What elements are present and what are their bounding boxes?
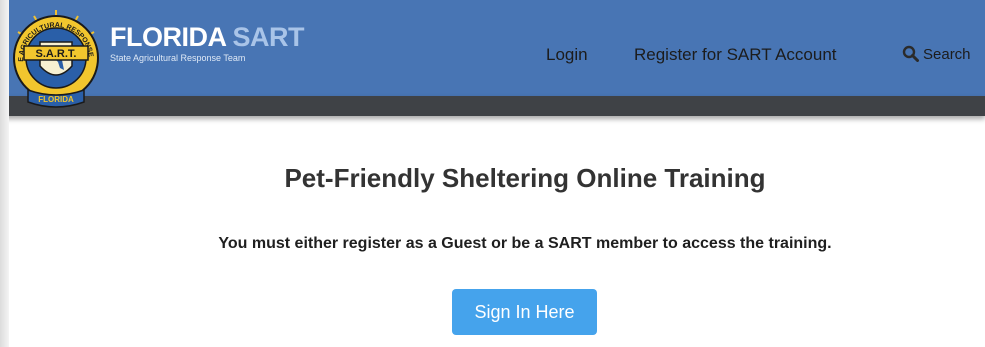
seal-bottom-text: FLORIDA — [38, 95, 74, 104]
sart-seal-logo[interactable]: STATE AGRICULTURAL RESPONSE TEAM S.A.R.T… — [6, 4, 106, 110]
nav-login-link[interactable]: Login — [546, 44, 588, 66]
search-icon — [902, 45, 919, 63]
header-divider-bar — [0, 96, 985, 116]
brand-block[interactable]: FLORIDA SART State Agricultural Response… — [110, 22, 304, 72]
brand-word-florida: FLORIDA — [110, 22, 226, 52]
brand-title: FLORIDA SART — [110, 22, 304, 52]
page: STATE AGRICULTURAL RESPONSE TEAM S.A.R.T… — [0, 0, 985, 347]
brand-word-sart: SART — [232, 22, 305, 52]
nav-register-link[interactable]: Register for SART Account — [634, 44, 837, 66]
nav-search-label: Search — [923, 46, 971, 63]
brand-subtitle: State Agricultural Response Team — [110, 53, 246, 63]
seal-banner-text: S.A.R.T. — [36, 48, 77, 60]
page-title: Pet-Friendly Sheltering Online Training — [284, 163, 766, 193]
nav-search-link[interactable]: Search — [902, 44, 971, 66]
access-notice: You must either register as a Guest or b… — [218, 235, 832, 252]
sign-in-button[interactable]: Sign In Here — [452, 289, 597, 335]
